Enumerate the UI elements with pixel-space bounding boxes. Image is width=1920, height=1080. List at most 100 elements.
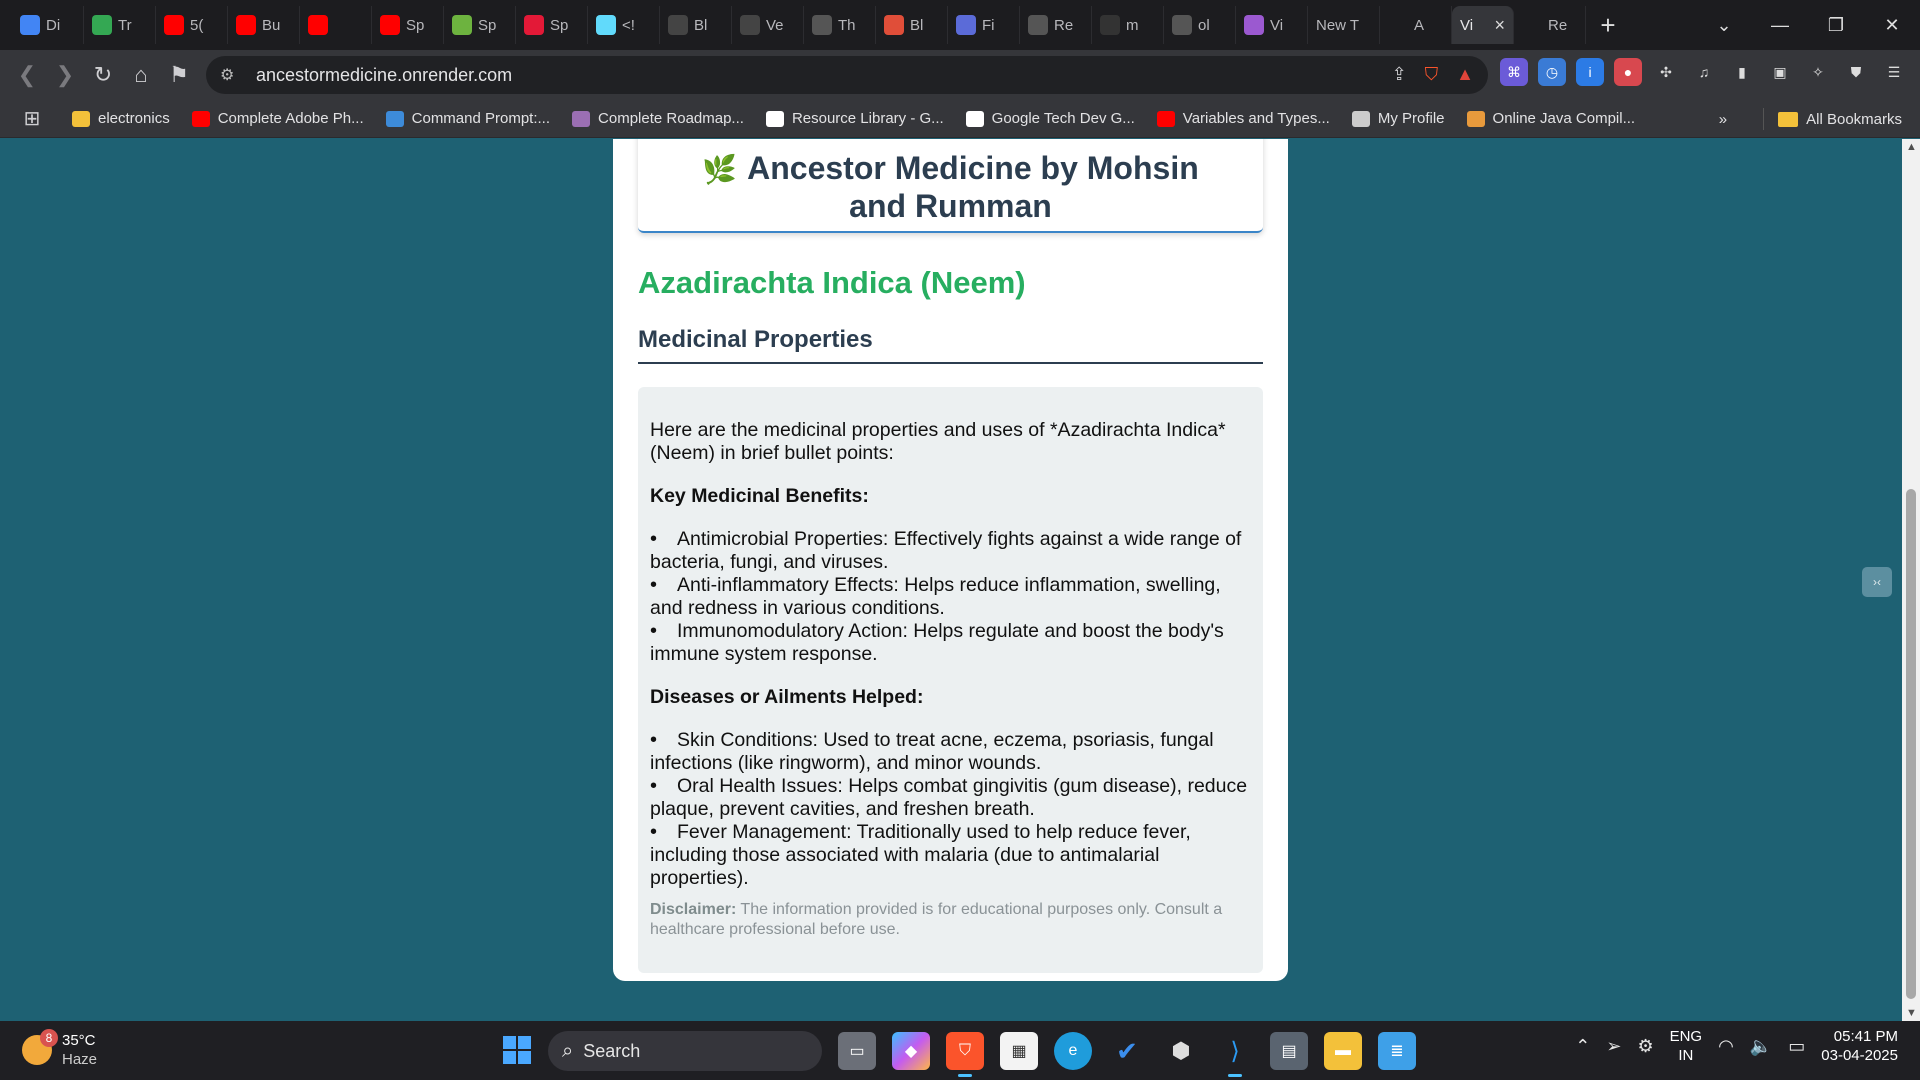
brave-shields-icon[interactable]: ⛉ xyxy=(1425,64,1439,85)
bookmark-icon[interactable]: ⚑ xyxy=(160,56,198,94)
leaf-icon: 🌿 xyxy=(702,154,738,185)
chevron-up-icon[interactable]: ⌃ xyxy=(1575,1036,1590,1057)
tab-14[interactable]: Re xyxy=(1020,6,1092,44)
tab-15[interactable]: m xyxy=(1092,6,1164,44)
tab-8[interactable]: <! xyxy=(588,6,660,44)
edge-icon[interactable]: e xyxy=(1054,1032,1092,1070)
bookmark-item[interactable]: electronics xyxy=(72,110,170,127)
tab-4[interactable] xyxy=(300,6,372,44)
vpn-icon[interactable]: ⛊ xyxy=(1842,58,1870,86)
tab-search-chevron-icon[interactable]: ⌄ xyxy=(1696,15,1752,36)
apps-grid-icon[interactable]: ⊞ xyxy=(20,107,44,131)
bookmark-item[interactable]: Google Tech Dev G... xyxy=(965,110,1135,127)
page-scrollbar[interactable]: ▲ ▼ xyxy=(1902,139,1920,1021)
language-indicator[interactable]: ENG IN xyxy=(1670,1027,1703,1065)
tab-title: 5( xyxy=(190,16,204,34)
tab-18[interactable]: New T xyxy=(1308,6,1380,44)
volume-icon[interactable]: 🔈 xyxy=(1750,1036,1772,1057)
tab-12[interactable]: Bl xyxy=(876,6,948,44)
url-text[interactable]: ancestormedicine.onrender.com xyxy=(256,65,512,86)
floating-widget-icon[interactable]: ›‹ xyxy=(1862,567,1892,597)
bookmark-item[interactable]: Resource Library - G... xyxy=(765,110,944,127)
tab-19[interactable]: A xyxy=(1380,6,1452,44)
tab-10[interactable]: Ve xyxy=(732,6,804,44)
reload-icon[interactable]: ↻ xyxy=(84,56,122,94)
leo-ai-icon[interactable]: ✧ xyxy=(1804,58,1832,86)
tab-1[interactable]: Tr xyxy=(84,6,156,44)
all-bookmarks-button[interactable]: All Bookmarks xyxy=(1806,111,1902,128)
unity-icon[interactable]: ⬢ xyxy=(1162,1032,1200,1070)
menu-icon[interactable]: ☰ xyxy=(1880,58,1908,86)
brave-rewards-icon[interactable]: ▲ xyxy=(1456,64,1474,85)
todo-icon[interactable]: ✔ xyxy=(1108,1032,1146,1070)
battery-icon[interactable]: ▭ xyxy=(1788,1036,1805,1057)
close-window-icon[interactable]: ✕ xyxy=(1864,15,1920,36)
clock-time: 05:41 PM xyxy=(1833,1028,1898,1045)
scroll-thumb[interactable] xyxy=(1906,489,1916,999)
address-bar[interactable]: ⚙ ancestormedicine.onrender.com ⇪ ⛉ ▲ xyxy=(206,56,1488,94)
notepad-icon[interactable]: ≣ xyxy=(1378,1032,1416,1070)
ailments-heading: Diseases or Ailments Helped: xyxy=(650,686,924,708)
network-settings-icon[interactable]: ⚙ xyxy=(1637,1036,1653,1057)
back-icon[interactable]: ❮ xyxy=(8,56,46,94)
bookmark-label: Resource Library - G... xyxy=(791,110,944,127)
bookmark-item[interactable]: Complete Roadmap... xyxy=(572,110,744,127)
weather-widget[interactable]: 8 35°C Haze xyxy=(22,1029,97,1069)
tab-2[interactable]: 5( xyxy=(156,6,228,44)
clock[interactable]: 05:41 PM 03-04-2025 xyxy=(1821,1027,1898,1065)
extensions-puzzle-icon[interactable]: ✣ xyxy=(1652,58,1680,86)
taskbar-search[interactable]: ⌕ Search xyxy=(548,1031,822,1071)
tab-9[interactable]: Bl xyxy=(660,6,732,44)
scroll-up-icon[interactable]: ▲ xyxy=(1906,141,1917,153)
tab-6[interactable]: Sp xyxy=(444,6,516,44)
restore-icon[interactable]: ❐ xyxy=(1808,15,1864,36)
vscode-icon[interactable]: ⟩ xyxy=(1216,1032,1254,1077)
microsoft-store-icon[interactable]: ▦ xyxy=(1000,1032,1038,1070)
tab-20[interactable]: Vi × xyxy=(1452,6,1514,44)
bookmark-item[interactable]: Command Prompt:... xyxy=(385,110,550,127)
close-tab-icon[interactable]: × xyxy=(1494,15,1505,36)
tab-title: Bu xyxy=(262,16,281,34)
start-button-icon[interactable] xyxy=(503,1036,531,1064)
youtube-icon xyxy=(1156,110,1175,127)
wifi-icon[interactable]: ◠ xyxy=(1718,1036,1734,1057)
bookmark-item[interactable]: Variables and Types... xyxy=(1156,110,1330,127)
copilot-icon[interactable]: ◆ xyxy=(892,1032,930,1070)
task-view-icon[interactable]: ▭ xyxy=(838,1032,876,1070)
bookmark-item[interactable]: Complete Adobe Ph... xyxy=(191,110,364,127)
minimize-icon[interactable]: — xyxy=(1752,15,1808,36)
tab-title: Sp xyxy=(478,16,497,34)
tab-13[interactable]: Fi xyxy=(948,6,1020,44)
site-info-icon[interactable]: ⚙ xyxy=(220,65,246,85)
tab-title: Th xyxy=(838,16,856,34)
forward-icon[interactable]: ❯ xyxy=(46,56,84,94)
docs-icon xyxy=(20,15,40,35)
send-icon[interactable]: ➢ xyxy=(1606,1036,1621,1057)
extension-timer-icon[interactable]: ◷ xyxy=(1538,58,1566,86)
tab-0[interactable]: Di xyxy=(12,6,84,44)
tab-5[interactable]: Sp xyxy=(372,6,444,44)
bookmark-item[interactable]: My Profile xyxy=(1351,110,1445,127)
scroll-down-icon[interactable]: ▼ xyxy=(1906,1007,1917,1019)
home-icon[interactable]: ⌂ xyxy=(122,56,160,94)
tab-21[interactable]: Re xyxy=(1514,6,1586,44)
wallet-icon[interactable]: ▣ xyxy=(1766,58,1794,86)
more-bookmarks-icon[interactable]: » xyxy=(1719,111,1727,128)
file-explorer-icon[interactable]: ▬ xyxy=(1324,1032,1362,1070)
tab-11[interactable]: Th xyxy=(804,6,876,44)
extension-info-icon[interactable]: i xyxy=(1576,58,1604,86)
tab-3[interactable]: Bu xyxy=(228,6,300,44)
new-tab-icon[interactable]: + xyxy=(1590,7,1626,43)
tab-7[interactable]: Sp xyxy=(516,6,588,44)
extension-record-icon[interactable]: ● xyxy=(1614,58,1642,86)
tab-17[interactable]: Vi xyxy=(1236,6,1308,44)
sidebar-icon[interactable]: ▮ xyxy=(1728,58,1756,86)
bookmark-item[interactable]: Online Java Compil... xyxy=(1466,110,1635,127)
share-icon[interactable]: ⇪ xyxy=(1392,64,1407,85)
tab-16[interactable]: ol xyxy=(1164,6,1236,44)
calculator-icon[interactable]: ▤ xyxy=(1270,1032,1308,1070)
media-icon[interactable]: ♫ xyxy=(1690,58,1718,86)
brave-browser-icon[interactable]: ⛉ xyxy=(946,1032,984,1077)
extension-icon[interactable]: ⌘ xyxy=(1500,58,1528,86)
browser-toolbar: ❮ ❯ ↻ ⌂ ⚑ ⚙ ancestormedicine.onrender.co… xyxy=(0,50,1920,100)
